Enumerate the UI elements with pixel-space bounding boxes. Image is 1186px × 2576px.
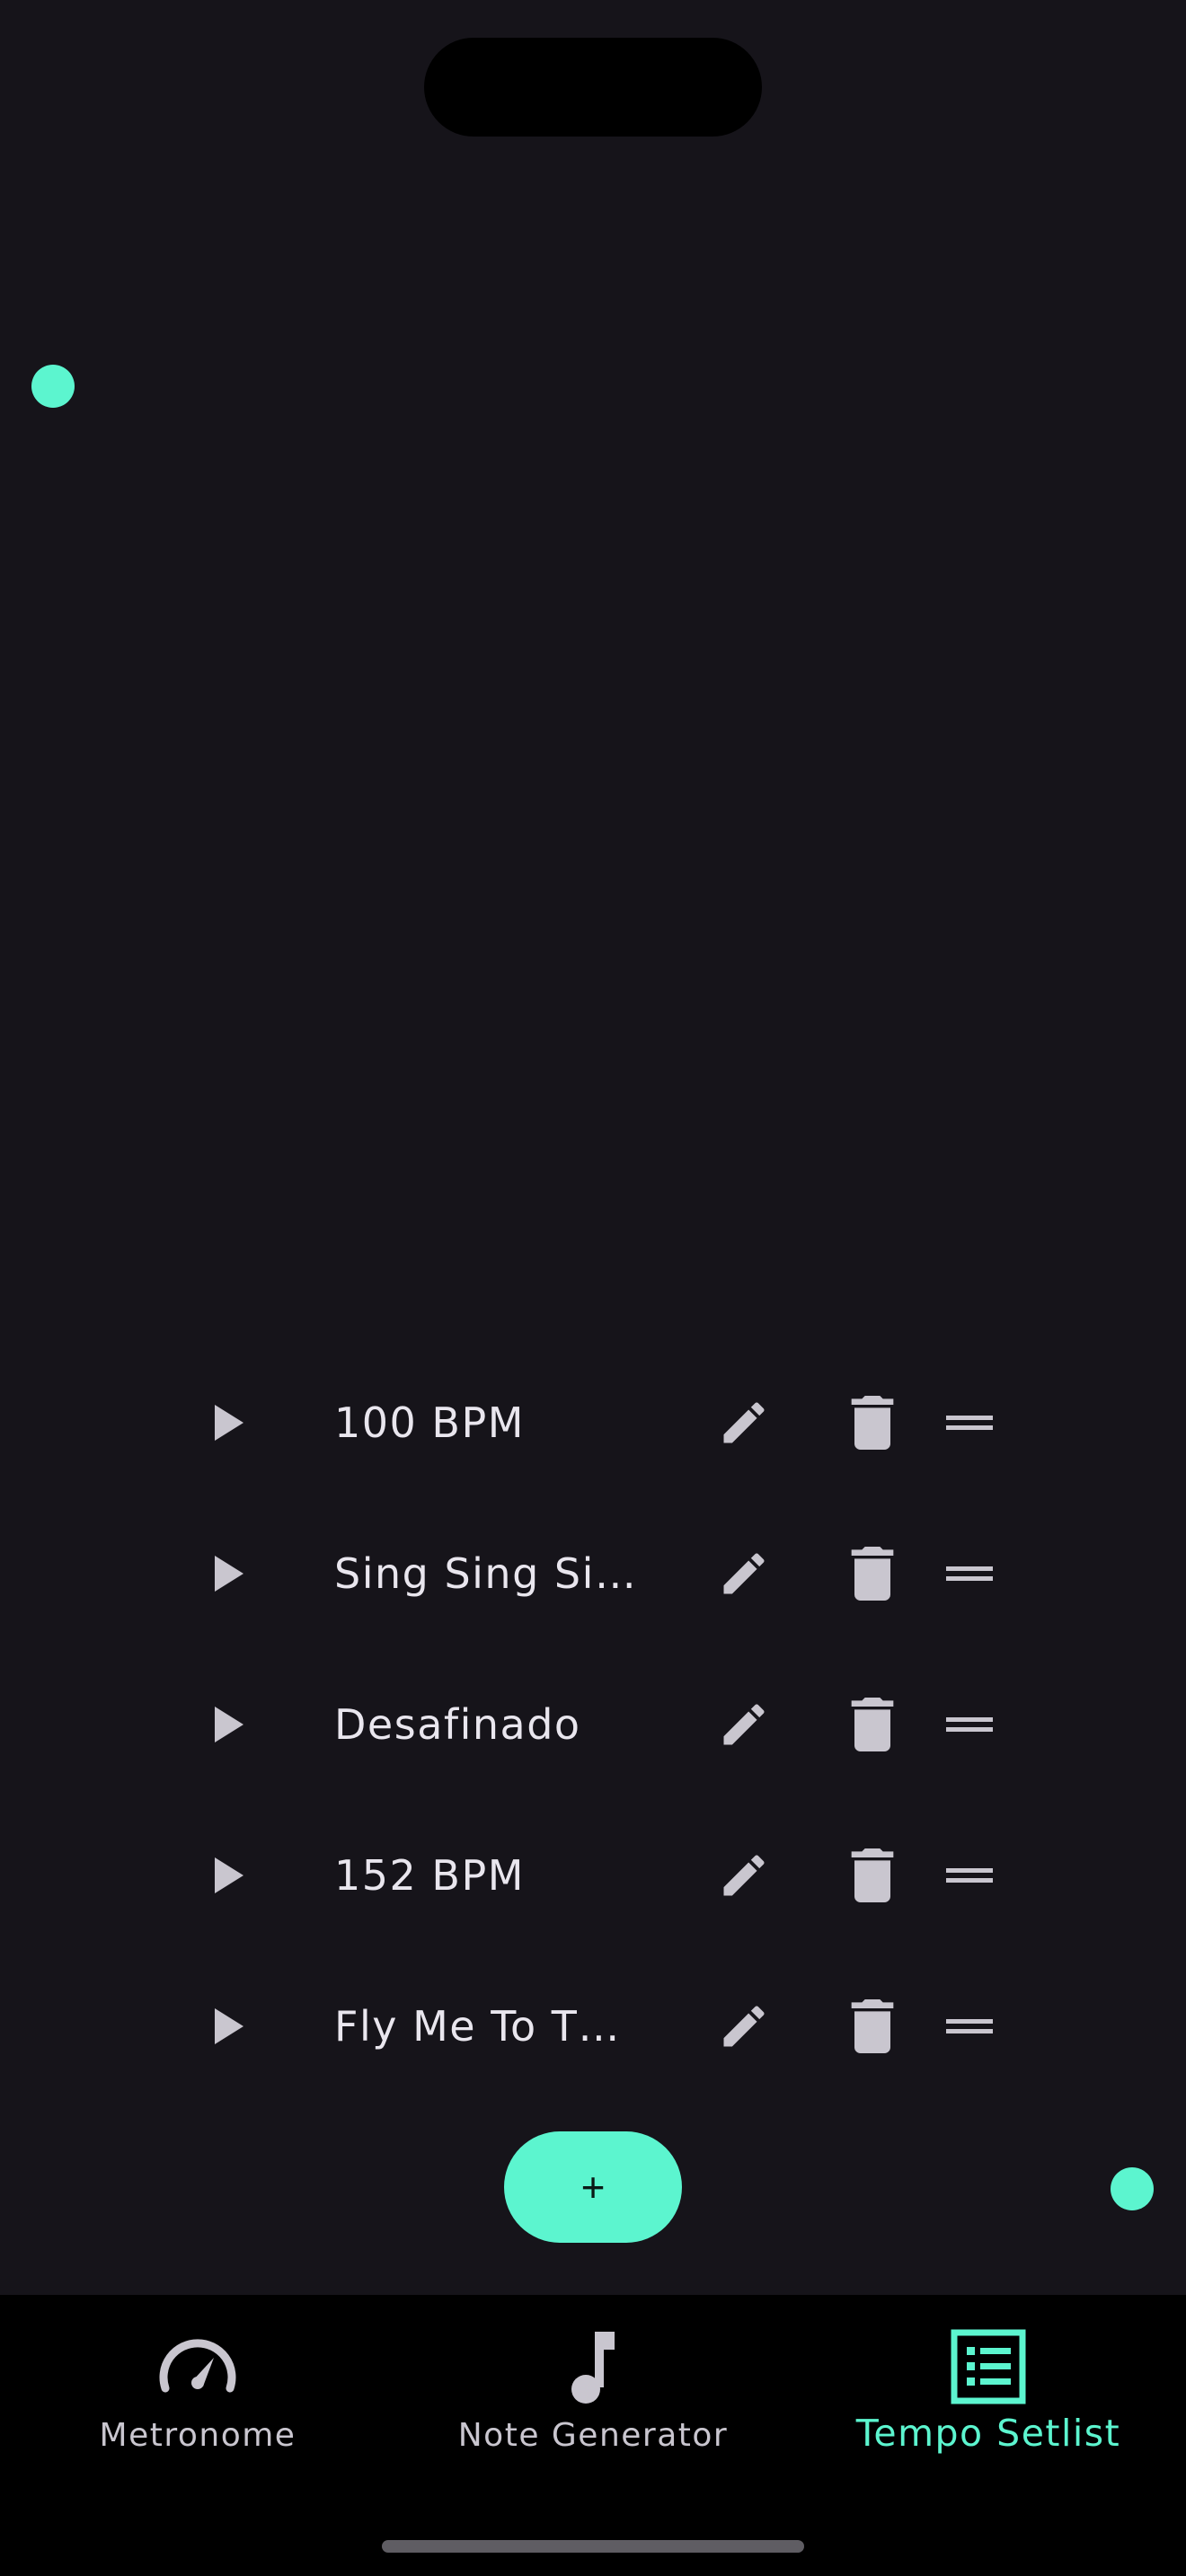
beat-indicator-dot-left — [31, 365, 75, 408]
setlist-item-title[interactable]: 152 BPM — [334, 1845, 640, 1906]
setlist-row: Sing Sing Si… — [0, 1498, 1186, 1649]
setlist-item-title[interactable]: Desafinado — [334, 1694, 640, 1755]
pencil-icon[interactable] — [710, 1996, 778, 2057]
setlist-item-title[interactable]: 100 BPM — [334, 1392, 640, 1453]
music-note-icon — [395, 2322, 791, 2412]
setlist-row: Fly Me To T… — [0, 1951, 1186, 2102]
nav-item-tempo-setlist[interactable]: Tempo Setlist — [791, 2295, 1186, 2492]
setlist-row: 152 BPM — [0, 1800, 1186, 1951]
drag-handle-icon[interactable] — [938, 1543, 1001, 1604]
nav-item-metronome[interactable]: Metronome — [0, 2295, 395, 2492]
pencil-icon[interactable] — [710, 1694, 778, 1755]
drag-handle-icon[interactable] — [938, 1694, 1001, 1755]
drag-handle-icon[interactable] — [938, 1392, 1001, 1453]
nav-label-note-generator: Note Generator — [457, 2417, 729, 2454]
pencil-icon[interactable] — [710, 1543, 778, 1604]
speedometer-icon — [0, 2322, 395, 2412]
nav-item-note-generator[interactable]: Note Generator — [395, 2295, 791, 2492]
drag-handle-icon[interactable] — [938, 1845, 1001, 1906]
add-setlist-item-button[interactable]: + — [504, 2131, 682, 2243]
setlist-row: 100 BPM — [0, 1347, 1186, 1498]
setlist: 100 BPM Sing Sing Si… Desafinado 152 BPM… — [0, 1347, 1186, 2102]
pencil-icon[interactable] — [710, 1845, 778, 1906]
list-icon — [791, 2322, 1186, 2412]
play-icon[interactable] — [198, 1392, 261, 1453]
play-icon[interactable] — [198, 1694, 261, 1755]
home-indicator — [382, 2540, 804, 2553]
setlist-item-title[interactable]: Sing Sing Si… — [334, 1543, 640, 1604]
bottom-nav: Metronome Note Generator Tempo Setlist — [0, 2295, 1186, 2576]
pencil-icon[interactable] — [710, 1392, 778, 1453]
trash-icon[interactable] — [841, 1996, 904, 2057]
drag-handle-icon[interactable] — [938, 1996, 1001, 2057]
setlist-row: Desafinado — [0, 1649, 1186, 1800]
trash-icon[interactable] — [841, 1392, 904, 1453]
nav-label-metronome: Metronome — [99, 2417, 296, 2454]
beat-indicator-dot-right — [1111, 2167, 1154, 2210]
setlist-item-title[interactable]: Fly Me To T… — [334, 1996, 640, 2057]
play-icon[interactable] — [198, 1845, 261, 1906]
nav-label-tempo-setlist: Tempo Setlist — [855, 2412, 1121, 2455]
play-icon[interactable] — [198, 1996, 261, 2057]
dynamic-island — [424, 38, 762, 137]
trash-icon[interactable] — [841, 1845, 904, 1906]
trash-icon[interactable] — [841, 1694, 904, 1755]
trash-icon[interactable] — [841, 1543, 904, 1604]
screen: 100 BPM Sing Sing Si… Desafinado 152 BPM… — [0, 0, 1186, 2576]
play-icon[interactable] — [198, 1543, 261, 1604]
